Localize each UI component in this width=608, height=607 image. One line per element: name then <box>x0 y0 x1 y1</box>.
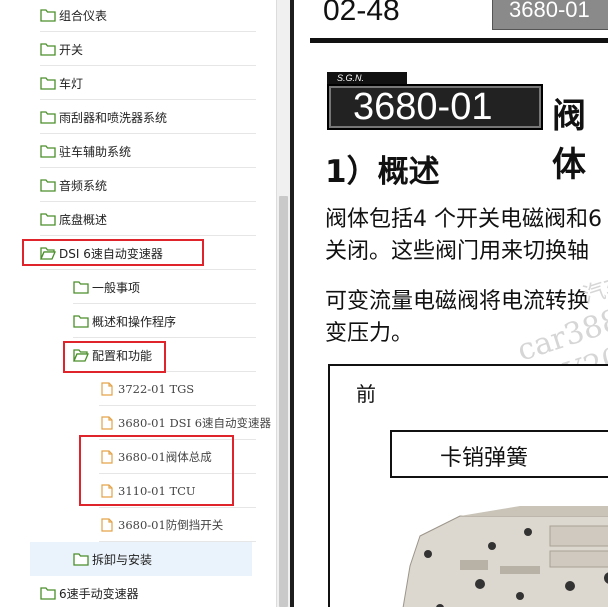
tree-item-general[interactable]: 一般事项 <box>73 270 276 304</box>
tree-item-label: 组合仪表 <box>59 8 108 23</box>
tree-item-dsi-transmission[interactable]: DSI 6速自动变速器 <box>40 236 276 270</box>
tree-item-config-function[interactable]: 配置和功能 <box>73 338 276 372</box>
document-icon <box>101 484 113 498</box>
tree-item-label: 车灯 <box>59 76 84 91</box>
header-rule <box>310 38 608 43</box>
tree-item-audio[interactable]: 音频系统 <box>40 168 276 202</box>
tree-item-label: 3110-01 TCU <box>118 484 196 498</box>
document-icon <box>101 450 113 464</box>
navigation-tree: 组合仪表 开关 车灯 雨刮器和喷洗器系统 驻车辅助系统 音频系统 底盘概述 DS… <box>0 0 276 607</box>
document-icon <box>101 518 113 532</box>
tree-item-label: 音频系统 <box>59 178 108 193</box>
tree-item-label: 开关 <box>59 42 84 57</box>
sgn-label: S.G.N. <box>327 72 407 84</box>
tree-item-cluster[interactable]: 组合仪表 <box>40 0 276 32</box>
tree-item-label: 配置和功能 <box>92 348 153 363</box>
header-code-badge: 3680-01 <box>492 0 608 30</box>
tree-item-label: 3722-01 TGS <box>118 382 195 396</box>
paragraph-line: 变压力。 <box>325 321 414 346</box>
tree-item-doc-inhibitor[interactable]: 3680-01防倒挡开关 <box>99 508 276 542</box>
tree-item-parking-assist[interactable]: 驻车辅助系统 <box>40 134 276 168</box>
scrollbar-thumb[interactable] <box>279 196 288 607</box>
folder-icon <box>73 315 89 328</box>
folder-icon <box>40 77 56 90</box>
document-viewer[interactable]: 02-48 3680-01 S.G.N. 3680-01 阀体 1）概述 阀体包… <box>294 0 608 607</box>
folder-icon <box>40 587 56 600</box>
valve-body-photo <box>402 506 608 607</box>
tree-item-doc-tgs[interactable]: 3722-01 TGS <box>99 372 276 406</box>
document-icon <box>101 382 113 396</box>
tree-scrollbar[interactable] <box>276 0 290 607</box>
folder-icon <box>40 9 56 22</box>
tree-item-switches[interactable]: 开关 <box>40 32 276 66</box>
document-icon <box>101 416 113 430</box>
tree-item-label: 6速手动变速器 <box>59 586 139 601</box>
tree-item-label: 雨刮器和喷洗器系统 <box>59 110 168 125</box>
tree-item-label: 3680-01防倒挡开关 <box>118 518 224 532</box>
section-title: 阀体 <box>552 96 586 185</box>
tree-item-lamps[interactable]: 车灯 <box>40 66 276 100</box>
overview-heading: 1）概述 <box>325 154 440 190</box>
tree-item-doc-dsi[interactable]: 3680-01 DSI 6速自动变速器 <box>99 406 276 440</box>
section-code: 3680-01 <box>353 86 493 128</box>
folder-icon <box>40 213 56 226</box>
page-number: 02-48 <box>323 0 400 27</box>
tree-item-manual-transmission[interactable]: 6速手动变速器 <box>40 576 276 607</box>
folder-icon <box>40 43 56 56</box>
tree-item-wipers[interactable]: 雨刮器和喷洗器系统 <box>40 100 276 134</box>
figure-front-label: 前 <box>356 382 376 406</box>
header-code: 3680-01 <box>509 0 590 22</box>
tree-item-label: 拆卸与安装 <box>92 552 153 567</box>
valve-body-figure: 前 卡销弹簧 <box>328 364 608 607</box>
tree-item-label: 3680-01 DSI 6速自动变速器 <box>118 416 272 430</box>
folder-open-icon <box>73 349 89 362</box>
tree-item-chassis[interactable]: 底盘概述 <box>40 202 276 236</box>
folder-icon <box>40 111 56 124</box>
tree-item-label: 一般事项 <box>92 280 141 295</box>
tree-item-removal-install[interactable]: 拆卸与安装 <box>30 542 252 576</box>
tree-item-doc-valve-body[interactable]: 3680-01阀体总成 <box>99 440 276 474</box>
tree-item-label: 3680-01阀体总成 <box>118 450 212 464</box>
folder-icon <box>73 553 89 566</box>
folder-icon <box>40 179 56 192</box>
figure-callout-text: 卡销弹簧 <box>440 446 529 471</box>
tree-item-label: 驻车辅助系统 <box>59 144 132 159</box>
section-code-box: 3680-01 <box>327 84 543 130</box>
paragraph-line: 关闭。这些阀门用来切换轴 <box>325 239 590 264</box>
tree-item-label: 底盘概述 <box>59 212 108 227</box>
tree-item-label: DSI 6速自动变速器 <box>59 246 163 261</box>
tree-item-label: 概述和操作程序 <box>92 314 177 329</box>
folder-icon <box>73 281 89 294</box>
folder-icon <box>40 145 56 158</box>
tree-item-doc-tcu[interactable]: 3110-01 TCU <box>99 474 276 508</box>
paragraph-line: 可变流量电磁阀将电流转换 <box>325 289 590 314</box>
paragraph-line: 阀体包括4 个开关电磁阀和6 <box>325 207 602 232</box>
tree-item-overview-procedures[interactable]: 概述和操作程序 <box>73 304 276 338</box>
figure-callout: 卡销弹簧 <box>390 430 608 478</box>
folder-open-icon <box>40 247 56 260</box>
